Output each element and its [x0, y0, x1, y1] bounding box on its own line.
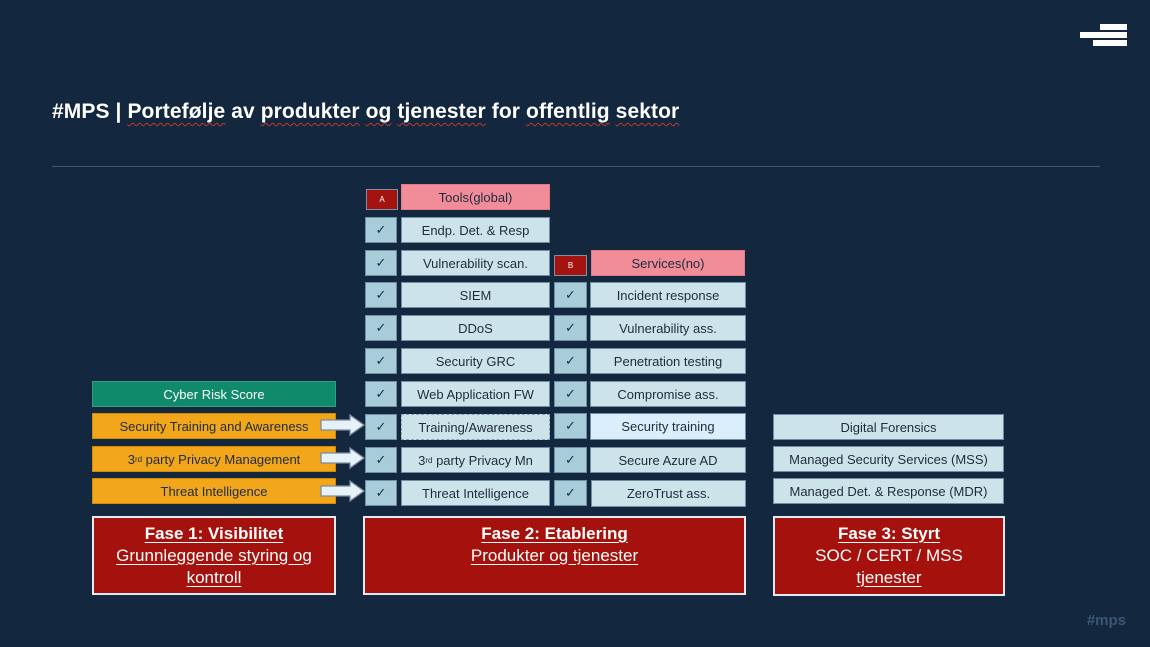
phase-box-fase1: Fase 1: Visibilitet Grunnleggende styrin…	[92, 516, 336, 595]
services-header: Services(no)	[591, 250, 745, 276]
arrow-right-icon	[320, 446, 366, 470]
title-word: og	[365, 100, 392, 123]
title-word: Portefølje	[127, 100, 226, 123]
services-check: ✓	[554, 381, 587, 407]
phase-subtitle: kontroll	[186, 568, 242, 587]
fase1-item-cyber-risk-score: Cyber Risk Score	[92, 381, 336, 407]
arrow-right-icon	[320, 413, 366, 437]
tools-check: ✓	[365, 348, 397, 374]
services-check: ✓	[554, 447, 587, 473]
stacked-bars-logo-icon	[1080, 24, 1127, 48]
tools-check: ✓	[365, 480, 397, 506]
fase3-item-mdr: Managed Det. & Response (MDR)	[773, 478, 1004, 504]
tool-item-threat-intel: Threat Intelligence	[401, 480, 550, 506]
tool-item-siem: SIEM	[401, 282, 550, 308]
services-badge: B	[554, 255, 587, 276]
service-item-security-training: Security training	[590, 413, 746, 440]
service-item-zerotrust: ZeroTrust ass.	[591, 480, 746, 507]
title-word: av	[225, 100, 261, 123]
fase1-privacy-pre: 3	[127, 451, 135, 467]
service-item-compromise: Compromise ass.	[590, 381, 746, 407]
phase-box-fase2: Fase 2: Etablering Produkter og tjeneste…	[363, 516, 746, 595]
fase3-item-forensics: Digital Forensics	[773, 414, 1004, 440]
tool-item-grc: Security GRC	[401, 348, 550, 374]
page-title: #MPS | Portefølje av produkter og tjenes…	[52, 100, 679, 124]
arrow-right-icon	[320, 479, 366, 503]
phase-title: Fase 2: Etablering	[481, 524, 628, 543]
fase1-item-security-training: Security Training and Awareness	[92, 413, 336, 439]
service-item-incident: Incident response	[590, 282, 746, 308]
phase-subtitle: tjenester	[856, 568, 922, 587]
fase1-privacy-sup: rd	[134, 454, 143, 464]
tool-item-ddos: DDoS	[401, 315, 550, 341]
tool-item-training: Training/Awareness	[401, 414, 550, 440]
services-check: ✓	[554, 348, 587, 374]
tools-check: ✓	[365, 381, 397, 407]
phase-subtitle: SOC / CERT / MSS	[815, 546, 963, 565]
title-word: offentlig	[526, 100, 610, 123]
title-word: tjenester	[397, 100, 486, 123]
privacy-sup: rd	[425, 455, 433, 465]
phase-subtitle: Grunnleggende styring og	[116, 546, 312, 565]
tool-item-privacy: 3rd party Privacy Mn	[401, 447, 550, 473]
tool-item-edr: Endp. Det. & Resp	[401, 217, 550, 243]
tools-check: ✓	[365, 447, 397, 473]
services-check: ✓	[554, 413, 587, 439]
tools-badge: A	[366, 189, 398, 210]
title-word: sektor	[615, 100, 680, 123]
fase1-item-threat-intel: Threat Intelligence	[92, 478, 336, 504]
tools-check: ✓	[365, 282, 397, 308]
phase-subtitle: Produkter og tjenester	[470, 546, 639, 565]
title-word: for	[485, 100, 527, 123]
service-item-vuln-ass: Vulnerability ass.	[590, 315, 746, 341]
tools-check: ✓	[365, 315, 397, 341]
privacy-post: party Privacy Mn	[432, 452, 533, 468]
service-item-pentest: Penetration testing	[590, 348, 746, 374]
tools-check: ✓	[365, 250, 397, 276]
footer-tag: #mps	[1086, 612, 1126, 629]
service-item-azure-ad: Secure Azure AD	[590, 447, 746, 473]
tool-item-waf: Web Application FW	[401, 381, 550, 407]
tools-check: ✓	[365, 414, 397, 440]
privacy-pre: 3	[418, 452, 426, 468]
phase-title: Fase 3: Styrt	[837, 524, 941, 543]
services-check: ✓	[554, 480, 587, 506]
title-divider	[52, 166, 1100, 167]
title-prefix: #MPS |	[52, 100, 128, 123]
title-word: produkter	[260, 100, 360, 123]
fase3-item-mss: Managed Security Services (MSS)	[773, 446, 1004, 472]
phase-box-fase3: Fase 3: Styrt SOC / CERT / MSS tjenester	[773, 516, 1005, 596]
fase1-item-privacy: 3rd party Privacy Management	[92, 446, 336, 472]
fase1-privacy-post: party Privacy Management	[142, 451, 301, 467]
services-check: ✓	[554, 315, 587, 341]
tools-check: ✓	[365, 217, 397, 243]
phase-title: Fase 1: Visibilitet	[144, 524, 284, 543]
tools-header: Tools(global)	[401, 184, 550, 210]
tool-item-vuln-scan: Vulnerability scan.	[401, 250, 550, 276]
services-check: ✓	[554, 282, 587, 308]
